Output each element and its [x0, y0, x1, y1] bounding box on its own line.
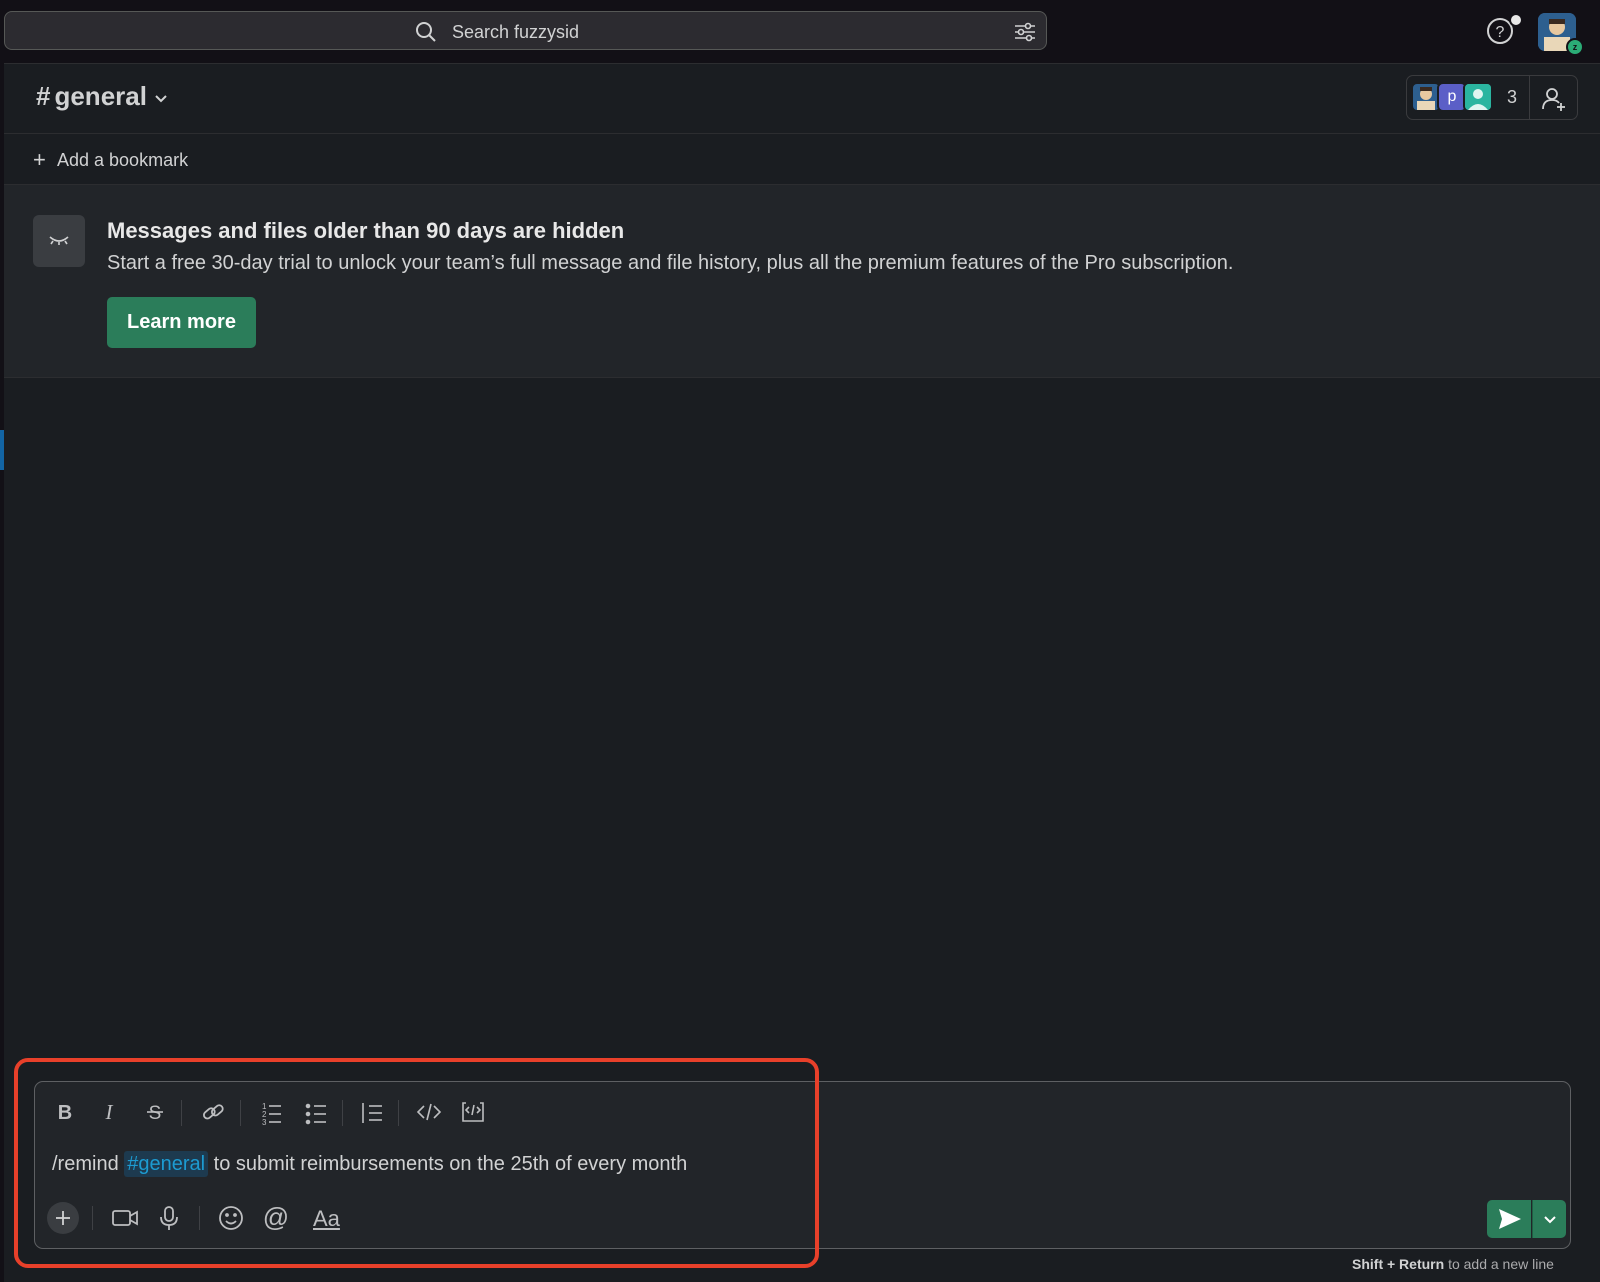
svg-text:3: 3 [262, 1118, 267, 1126]
attach-plus-icon[interactable] [47, 1202, 79, 1234]
learn-more-button[interactable]: Learn more [107, 297, 256, 348]
code-block-icon[interactable] [459, 1098, 487, 1126]
emoji-icon[interactable] [215, 1202, 247, 1234]
send-button[interactable] [1487, 1200, 1531, 1238]
italic-icon[interactable]: I [95, 1098, 123, 1126]
video-camera-icon[interactable] [109, 1202, 141, 1234]
channel-name: general [54, 81, 147, 111]
history-limit-banner: Messages and files older than 90 days ar… [4, 185, 1600, 378]
hint-text: to add a new line [1448, 1256, 1554, 1272]
search-placeholder: Search fuzzysid [452, 22, 580, 42]
top-bar: Search fuzzysid ? z [0, 0, 1600, 64]
notification-dot [1509, 13, 1523, 27]
hint-keys: Shift + Return [1352, 1256, 1445, 1272]
search-icon [415, 21, 437, 48]
microphone-icon[interactable] [153, 1202, 185, 1234]
mention-icon[interactable]: @ [260, 1202, 292, 1234]
svg-text:B: B [58, 1102, 72, 1124]
toolbar-divider [398, 1100, 399, 1126]
add-person-icon [1542, 88, 1565, 111]
command-text: /remind [52, 1153, 119, 1175]
code-icon[interactable] [415, 1098, 443, 1126]
help-icon[interactable]: ? [1486, 13, 1523, 50]
bold-icon[interactable]: B [51, 1098, 79, 1126]
link-icon[interactable] [199, 1098, 227, 1126]
notice-body: Start a free 30-day trial to unlock your… [107, 252, 1234, 274]
toolbar-divider [199, 1206, 200, 1230]
channel-hash: # [36, 81, 51, 111]
member-count: 3 [1507, 87, 1518, 107]
svg-text:S: S [149, 1103, 162, 1124]
notice-title: Messages and files older than 90 days ar… [107, 218, 625, 243]
member-avatar [1463, 82, 1493, 112]
toolbar-divider [342, 1100, 343, 1126]
svg-text:?: ? [1496, 24, 1505, 41]
svg-text:@: @ [263, 1202, 289, 1232]
toolbar-divider [240, 1100, 241, 1126]
send-options-button[interactable] [1532, 1200, 1566, 1238]
active-marker [0, 430, 4, 470]
blockquote-icon[interactable] [358, 1098, 386, 1126]
message-text: to submit reimbursements on the 25th of … [213, 1153, 688, 1175]
formatting-toggle[interactable]: Aa [313, 1206, 340, 1232]
bookmark-bar: + Add a bookmark [4, 134, 1600, 185]
user-status-badge: z [1566, 38, 1584, 56]
channel-header: # general p 3 [4, 63, 1600, 134]
search-bar[interactable]: Search fuzzysid [4, 11, 1047, 50]
svg-text:I: I [105, 1100, 114, 1124]
search-filter-icon[interactable] [1014, 21, 1036, 48]
chevron-down-icon[interactable] [154, 91, 168, 109]
channel-mention[interactable]: #general [124, 1151, 209, 1177]
message-input[interactable]: /remind #general to submit reimbursement… [52, 1151, 688, 1177]
closed-eye-icon [33, 215, 85, 267]
toolbar-divider [92, 1206, 93, 1230]
strikethrough-icon[interactable]: S [141, 1098, 169, 1126]
toolbar-divider [181, 1100, 182, 1126]
channel-title[interactable]: # general [36, 81, 147, 112]
add-member-button[interactable] [1529, 75, 1578, 120]
chevron-down-icon [1544, 1216, 1556, 1224]
members-button[interactable]: p 3 [1406, 75, 1530, 120]
numbered-list-icon[interactable]: 123 [257, 1098, 285, 1126]
plus-icon[interactable]: + [33, 147, 46, 173]
add-bookmark-link[interactable]: Add a bookmark [57, 150, 188, 171]
newline-hint: Shift + Return to add a new line [1352, 1256, 1554, 1272]
send-icon [1499, 1209, 1521, 1229]
bulleted-list-icon[interactable] [302, 1098, 330, 1126]
message-composer[interactable]: B I S 123 /remind #general to submit rei… [34, 1081, 1571, 1249]
